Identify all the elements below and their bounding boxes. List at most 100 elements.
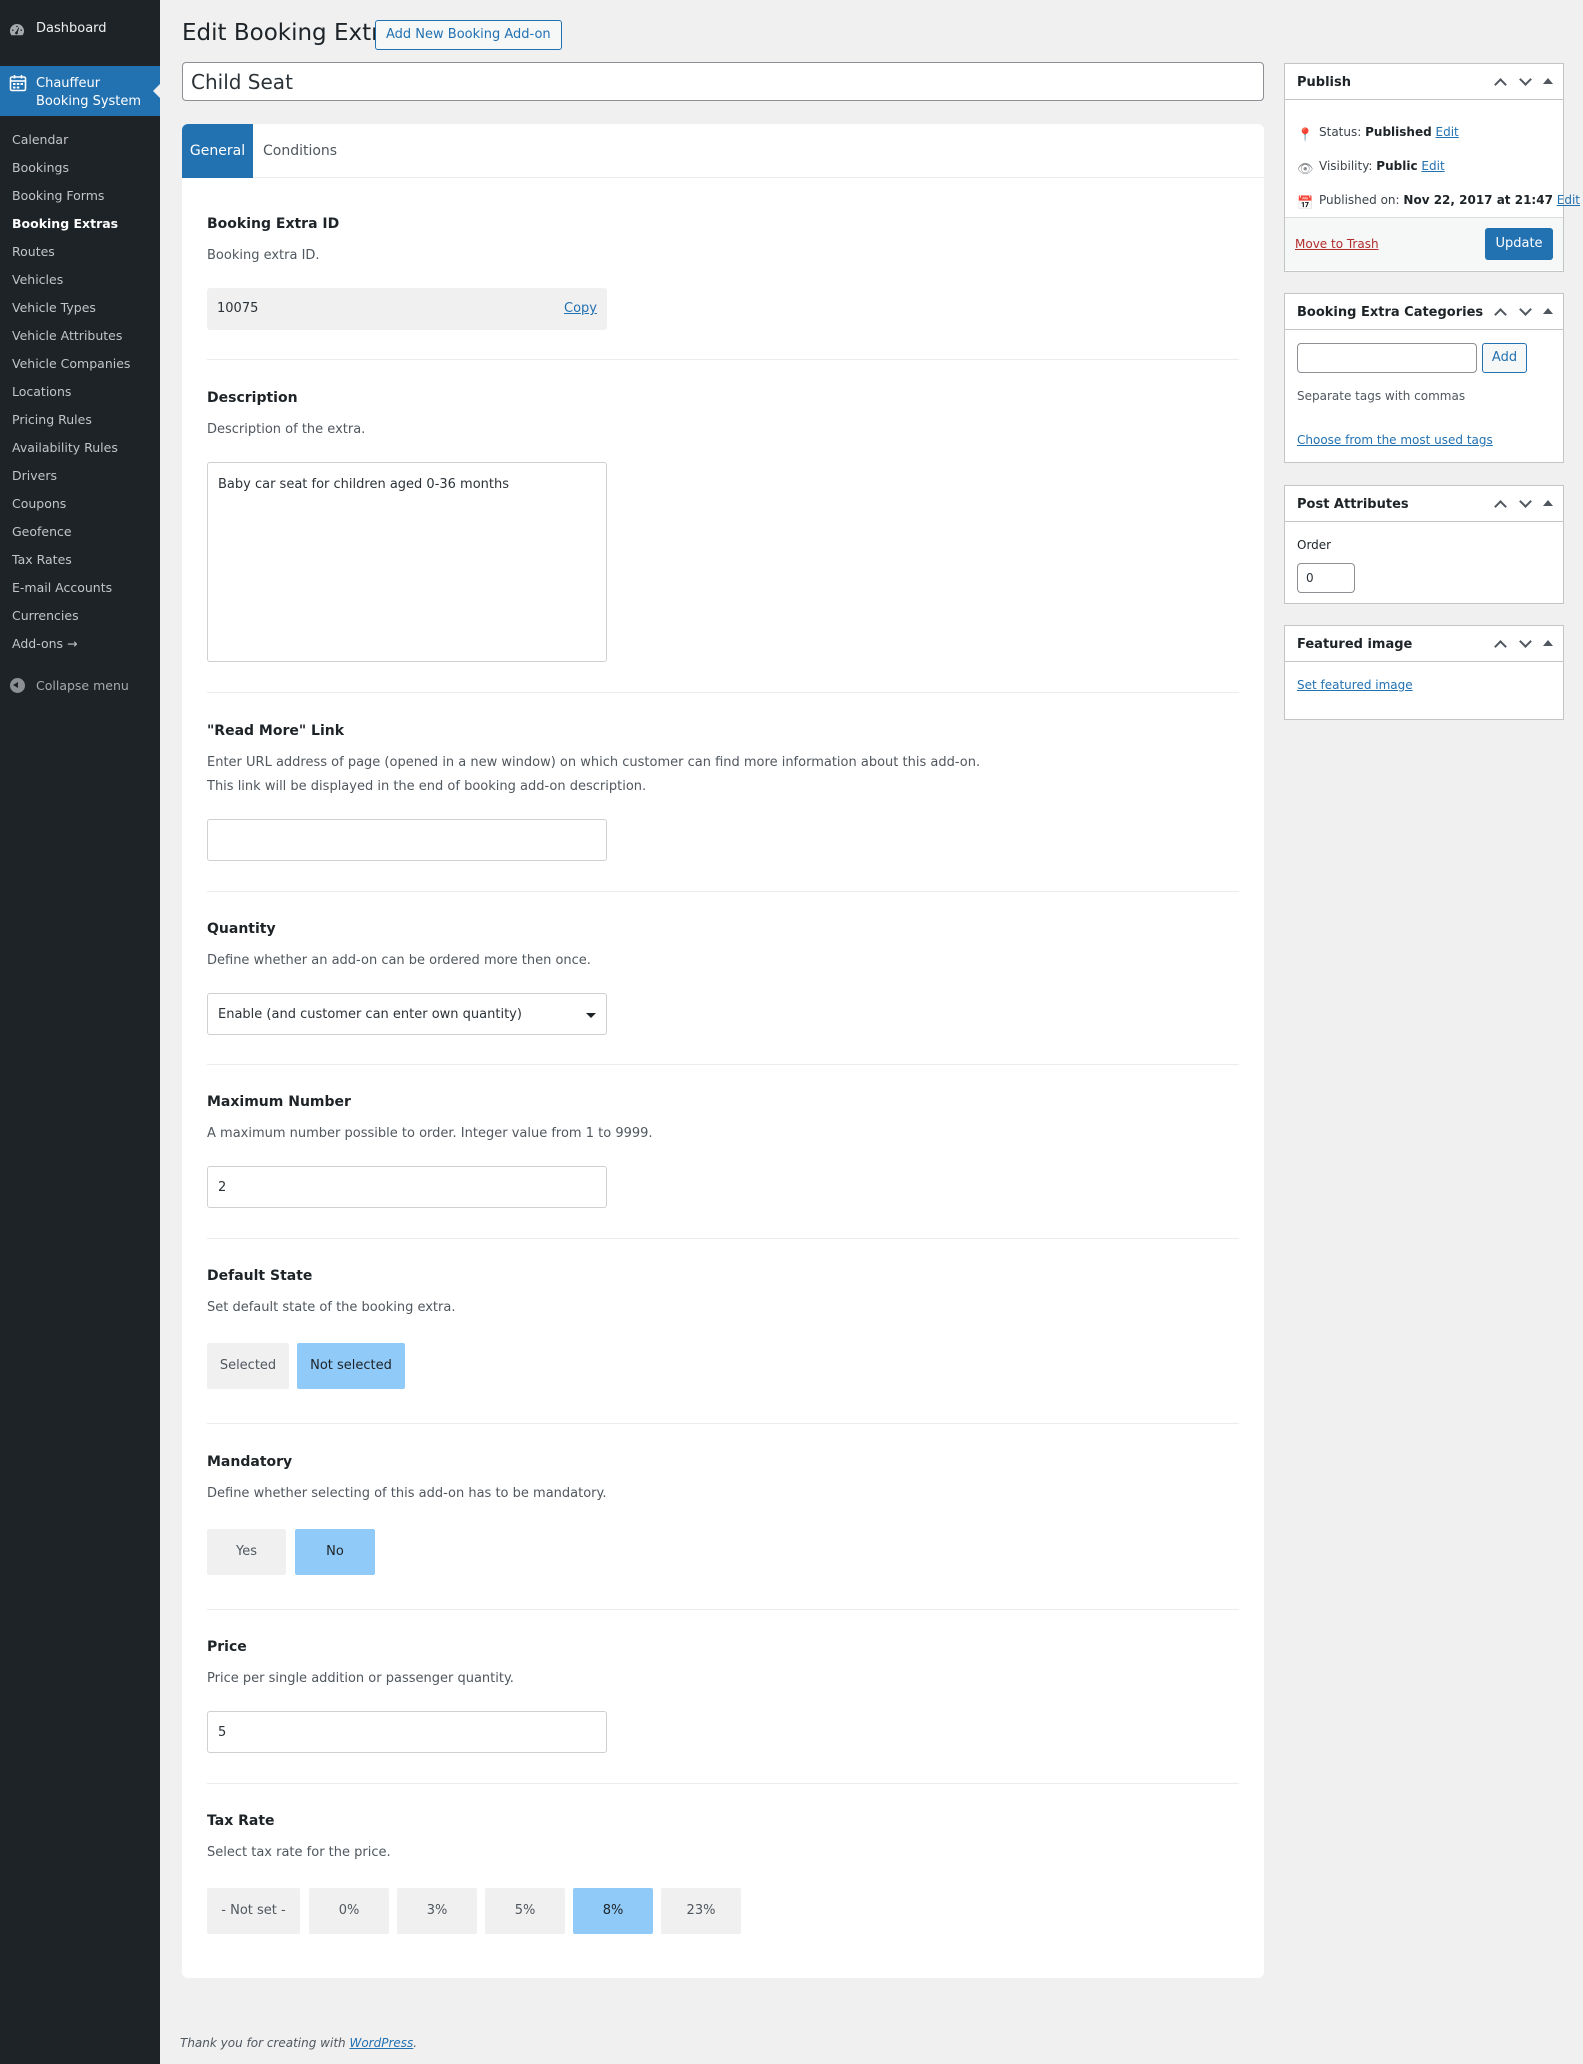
booking-extra-settings-panel: General Conditions Booking Extra ID Book… [182, 124, 1264, 1978]
tax-rate-23-button[interactable]: 23% [661, 1888, 741, 1934]
submenu-geofence[interactable]: Geofence [12, 524, 72, 539]
submenu-calendar[interactable]: Calendar [12, 132, 68, 147]
update-button[interactable]: Update [1485, 228, 1553, 260]
chevron-up-icon[interactable] [1494, 78, 1507, 91]
tabs-bar: General Conditions [182, 124, 1264, 178]
post-title-input[interactable] [182, 62, 1264, 101]
current-menu-arrow [153, 83, 161, 99]
toggle-panel-icon[interactable] [1543, 78, 1553, 84]
extra-id-desc: Booking extra ID. [207, 248, 320, 263]
new-category-input[interactable] [1297, 343, 1477, 373]
chevron-down-icon[interactable] [1519, 303, 1532, 316]
tax-rate-8-button[interactable]: 8% [573, 1888, 653, 1934]
edit-date-link[interactable]: Edit [1557, 193, 1580, 207]
chevron-up-icon[interactable] [1494, 640, 1507, 653]
menu-dashboard[interactable]: Dashboard [0, 18, 160, 42]
pin-icon: 📍 [1297, 128, 1314, 143]
tags-hint: Separate tags with commas [1297, 389, 1466, 403]
edit-visibility-link[interactable]: Edit [1421, 159, 1444, 173]
submenu-email-accounts[interactable]: E-mail Accounts [12, 580, 112, 595]
description-desc: Description of the extra. [207, 422, 366, 437]
description-textarea[interactable]: Baby car seat for children aged 0-36 mon… [207, 462, 607, 662]
wordpress-link[interactable]: WordPress [349, 2036, 413, 2050]
visibility-label: Visibility: [1319, 159, 1373, 173]
quantity-desc: Define whether an add-on can be ordered … [207, 953, 591, 968]
tax-rate-3-button[interactable]: 3% [397, 1888, 477, 1934]
post-attributes-box-header: Post Attributes [1285, 486, 1563, 522]
order-input[interactable] [1297, 563, 1355, 593]
submenu-booking-forms[interactable]: Booking Forms [12, 188, 104, 203]
max-number-desc: A maximum number possible to order. Inte… [207, 1126, 653, 1141]
toggle-panel-icon[interactable] [1543, 308, 1553, 314]
submenu-booking-extras[interactable]: Booking Extras [12, 216, 118, 231]
submenu-drivers[interactable]: Drivers [12, 468, 57, 483]
submenu-vehicle-attributes[interactable]: Vehicle Attributes [12, 328, 122, 343]
publish-date-row: 📅 Published on: Nov 22, 2017 at 21:47 Edi… [1297, 193, 1580, 211]
submenu-vehicle-types[interactable]: Vehicle Types [12, 300, 96, 315]
mandatory-no-button[interactable]: No [295, 1529, 375, 1575]
menu-chauffeur-booking-system[interactable]: Chauffeur Booking System [0, 66, 161, 116]
most-used-tags-link[interactable]: Choose from the most used tags [1297, 433, 1493, 447]
move-to-trash-link[interactable]: Move to Trash [1295, 237, 1379, 251]
default-state-selected-button[interactable]: Selected [207, 1343, 289, 1389]
collapse-icon [10, 678, 25, 693]
toggle-panel-icon[interactable] [1543, 500, 1553, 506]
read-more-desc-1: Enter URL address of page (opened in a n… [207, 755, 981, 770]
post-attributes-heading: Post Attributes [1297, 497, 1409, 512]
default-state-title: Default State [207, 1268, 313, 1284]
tax-rate-0-button[interactable]: 0% [309, 1888, 389, 1934]
add-category-button[interactable]: Add [1482, 343, 1527, 373]
price-title: Price [207, 1639, 247, 1655]
submenu-add-ons[interactable]: Add-ons → [12, 636, 77, 651]
submenu-bookings[interactable]: Bookings [12, 160, 69, 175]
collapse-menu-label: Collapse menu [36, 678, 129, 693]
read-more-url-input[interactable] [207, 819, 607, 861]
submenu-pricing-rules[interactable]: Pricing Rules [12, 412, 92, 427]
tax-rate-not-set-button[interactable]: - Not set - [207, 1888, 300, 1934]
submenu-routes[interactable]: Routes [12, 244, 55, 259]
extra-id-title: Booking Extra ID [207, 216, 340, 232]
submenu-vehicles[interactable]: Vehicles [12, 272, 63, 287]
chevron-up-icon[interactable] [1494, 308, 1507, 321]
menu-plugin-label-line1: Chauffeur [36, 76, 101, 91]
toggle-panel-icon[interactable] [1543, 640, 1553, 646]
edit-status-link[interactable]: Edit [1436, 125, 1459, 139]
chevron-up-icon[interactable] [1494, 500, 1507, 513]
submenu-availability-rules[interactable]: Availability Rules [12, 440, 118, 455]
add-new-booking-addon-button[interactable]: Add New Booking Add-on [375, 20, 562, 50]
collapse-menu-button[interactable]: Collapse menu [0, 676, 160, 696]
featured-image-box-header: Featured image [1285, 626, 1563, 662]
tax-rate-5-button[interactable]: 5% [485, 1888, 565, 1934]
submenu-locations[interactable]: Locations [12, 384, 71, 399]
chevron-down-icon[interactable] [1519, 73, 1532, 86]
max-number-title: Maximum Number [207, 1094, 351, 1110]
footer-text: Thank you for creating with [180, 2036, 346, 2050]
publish-heading: Publish [1297, 75, 1351, 90]
quantity-title: Quantity [207, 921, 276, 937]
chevron-down-icon[interactable] [1519, 635, 1532, 648]
submenu-coupons[interactable]: Coupons [12, 496, 66, 511]
price-input[interactable] [207, 1711, 607, 1753]
set-featured-image-link[interactable]: Set featured image [1297, 678, 1413, 692]
tab-conditions[interactable]: Conditions [263, 124, 337, 178]
status-label: Status: [1319, 125, 1362, 139]
copy-id-link[interactable]: Copy [564, 301, 597, 316]
submenu-vehicle-companies[interactable]: Vehicle Companies [12, 356, 130, 371]
description-title: Description [207, 390, 298, 406]
chevron-down-icon[interactable] [1519, 495, 1532, 508]
quantity-select[interactable]: Enable (and customer can enter own quant… [207, 993, 607, 1035]
mandatory-yes-button[interactable]: Yes [207, 1529, 286, 1575]
max-number-input[interactable] [207, 1166, 607, 1208]
mandatory-title: Mandatory [207, 1454, 293, 1470]
tab-general[interactable]: General [182, 124, 253, 178]
submenu-tax-rates[interactable]: Tax Rates [12, 552, 72, 567]
admin-footer: Thank you for creating with WordPress. [180, 2036, 417, 2050]
published-label: Published on: [1319, 193, 1400, 207]
status-value: Published [1365, 125, 1432, 139]
price-desc: Price per single addition or passenger q… [207, 1671, 514, 1686]
featured-image-heading: Featured image [1297, 637, 1413, 652]
chevron-down-icon [586, 1013, 596, 1018]
submenu-currencies[interactable]: Currencies [12, 608, 79, 623]
default-state-not-selected-button[interactable]: Not selected [297, 1343, 405, 1389]
menu-plugin-label-line2: Booking System [36, 94, 142, 109]
